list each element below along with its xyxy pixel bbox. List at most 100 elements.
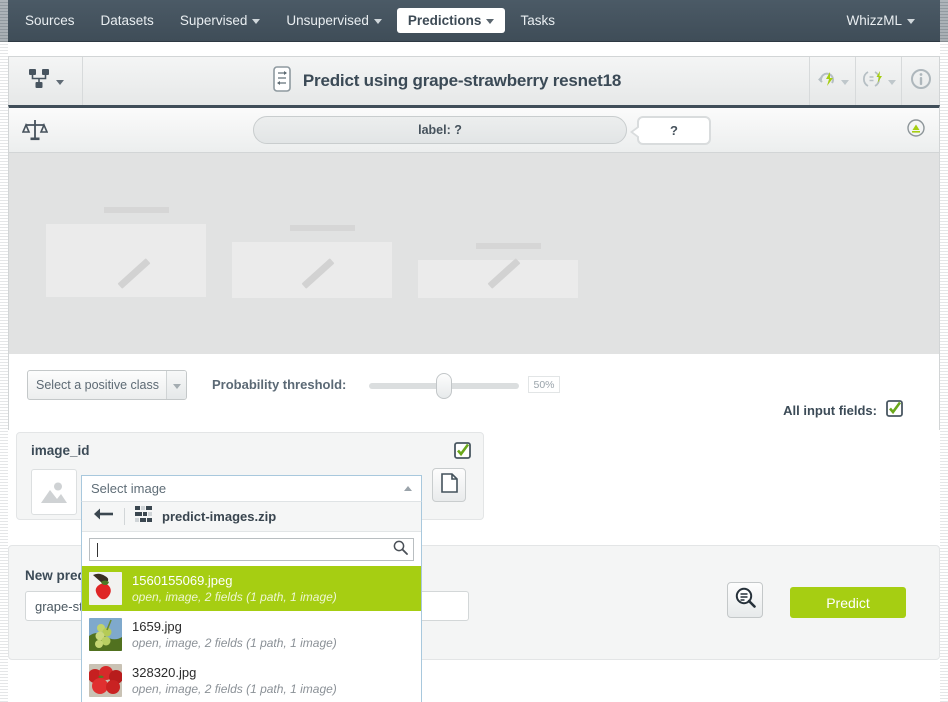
batch-prediction-button[interactable] (855, 57, 901, 105)
chevron-down-icon (907, 19, 915, 24)
cloud-lightning-button[interactable] (809, 57, 855, 105)
image-name: 1560155069.jpeg (132, 572, 233, 588)
chevron-down-icon (373, 19, 382, 24)
all-input-fields-toggle[interactable]: All input fields: (783, 400, 903, 420)
page-title: Predict using grape-strawberry resnet18 (302, 71, 622, 90)
positive-class-value: Select a positive class (36, 378, 159, 392)
nav-label: WhizzML (846, 13, 902, 28)
nav-items: Sources Datasets Supervised Unsupervised… (0, 8, 570, 33)
chevron-down-icon (840, 79, 849, 85)
predict-button-label: Predict (826, 594, 870, 611)
probability-threshold-slider[interactable] (369, 373, 519, 399)
list-item[interactable]: 1560155069.jpeg open, image, 2 fields (1… (82, 566, 421, 612)
page-edge-right (940, 0, 948, 702)
prediction-result-bubble: ? (630, 115, 711, 145)
nav-label: Tasks (520, 13, 555, 28)
skeleton-label (104, 207, 169, 213)
predict-button[interactable]: Predict (790, 587, 906, 618)
chevron-up-icon (404, 486, 412, 491)
zip-source-icon (135, 506, 152, 527)
nav-label: Unsupervised (286, 13, 369, 28)
top-navigation-bar: Sources Datasets Supervised Unsupervised… (0, 0, 948, 42)
image-meta: open, image, 2 fields (1 path, 1 image) (132, 589, 337, 604)
info-icon (910, 68, 932, 95)
list-item-text: 1659.jpg open, image, 2 fields (1 path, … (132, 619, 337, 651)
probability-threshold-label: Probability threshold: (212, 377, 347, 392)
source-name: predict-images.zip (162, 509, 277, 524)
nav-label: Predictions (407, 13, 482, 28)
field-enabled-checkbox[interactable] (454, 442, 471, 464)
nav-label: Datasets (100, 13, 154, 28)
list-item-text: 328320.jpg open, image, 2 fields (1 path… (132, 665, 337, 697)
chevron-down-icon (486, 19, 495, 24)
skeleton-bar (46, 224, 206, 297)
browse-file-button[interactable] (432, 468, 466, 502)
image-thumbnail (89, 618, 122, 651)
prediction-icon (271, 65, 293, 97)
page-edge-left (0, 0, 8, 702)
text-cursor (97, 542, 98, 557)
objective-label-pill[interactable]: label: ? (253, 116, 627, 144)
skeleton-label (476, 243, 541, 249)
checkbox-checked-icon[interactable] (886, 400, 903, 420)
chevron-down-icon (55, 79, 64, 85)
cloud-lightning-icon (817, 69, 839, 94)
list-item[interactable]: 328320.jpg open, image, 2 fields (1 path… (82, 658, 421, 702)
nav-item-supervised[interactable]: Supervised (169, 8, 272, 33)
prediction-controls-row: Select a positive class Probability thre… (8, 354, 940, 430)
image-select-value: Select image (91, 481, 167, 496)
image-select-body: predict-images.zip 1560155069.jpeg open,… (81, 502, 422, 702)
batch-prediction-icon (862, 69, 886, 94)
inspect-prediction-icon (735, 587, 756, 613)
chevron-down-icon (252, 19, 261, 24)
title-block: Predict using grape-strawberry resnet18 (83, 65, 809, 97)
image-placeholder-icon (31, 469, 77, 515)
inspect-prediction-button[interactable] (727, 582, 763, 618)
nav-item-datasets[interactable]: Datasets (90, 8, 165, 33)
search-icon (393, 540, 408, 560)
prediction-result-text: ? (670, 122, 678, 138)
list-item-text: 1560155069.jpeg open, image, 2 fields (1… (132, 573, 337, 605)
resource-title-bar: Predict using grape-strawberry resnet18 (8, 56, 940, 105)
nav-label: Sources (25, 13, 75, 28)
nav-item-predictions[interactable]: Predictions (396, 8, 506, 33)
nav-item-whizzml[interactable]: WhizzML (835, 8, 926, 33)
nav-label: Supervised (179, 13, 248, 28)
image-name: 328320.jpg (132, 664, 197, 680)
file-icon (440, 472, 458, 498)
model-tree-icon (28, 68, 52, 95)
objective-field-bar: label: ? ? (8, 105, 940, 153)
slider-handle[interactable] (436, 373, 452, 399)
image-name: 1659.jpg (132, 618, 182, 634)
model-menu-button[interactable] (9, 57, 83, 105)
nav-item-unsupervised[interactable]: Unsupervised (275, 8, 393, 33)
prediction-chart-placeholder (8, 153, 940, 354)
chevron-down-icon (887, 79, 896, 85)
nav-item-tasks[interactable]: Tasks (509, 8, 566, 33)
image-search-input[interactable] (89, 538, 414, 561)
list-item[interactable]: 1659.jpg open, image, 2 fields (1 path, … (82, 612, 421, 658)
skeleton-bar (232, 242, 392, 298)
title-bar-actions (809, 57, 939, 105)
image-meta: open, image, 2 fields (1 path, 1 image) (132, 635, 337, 650)
nav-item-sources[interactable]: Sources (14, 8, 86, 33)
image-select-dropdown: Select image predict-images.zip 15601550… (81, 475, 422, 702)
positive-class-select[interactable]: Select a positive class (27, 370, 187, 400)
image-select-header[interactable]: Select image (81, 475, 422, 502)
image-meta: open, image, 2 fields (1 path, 1 image) (132, 681, 337, 696)
chevron-down-icon (166, 371, 186, 399)
divider (124, 508, 125, 525)
image-thumbnail (89, 664, 122, 697)
objective-label-text: label: ? (418, 123, 462, 137)
image-thumbnail (89, 572, 122, 605)
nav-right: WhizzML (835, 8, 948, 33)
balance-scale-icon (9, 117, 61, 143)
probability-threshold-value: 50% (528, 376, 560, 393)
info-button[interactable] (901, 57, 939, 105)
all-input-fields-label: All input fields: (783, 402, 877, 418)
download-circle-icon[interactable] (907, 118, 925, 142)
arrow-left-icon[interactable] (92, 507, 114, 526)
field-name-label: image_id (31, 443, 90, 458)
skeleton-label (290, 225, 355, 231)
dropdown-breadcrumb: predict-images.zip (82, 502, 421, 532)
